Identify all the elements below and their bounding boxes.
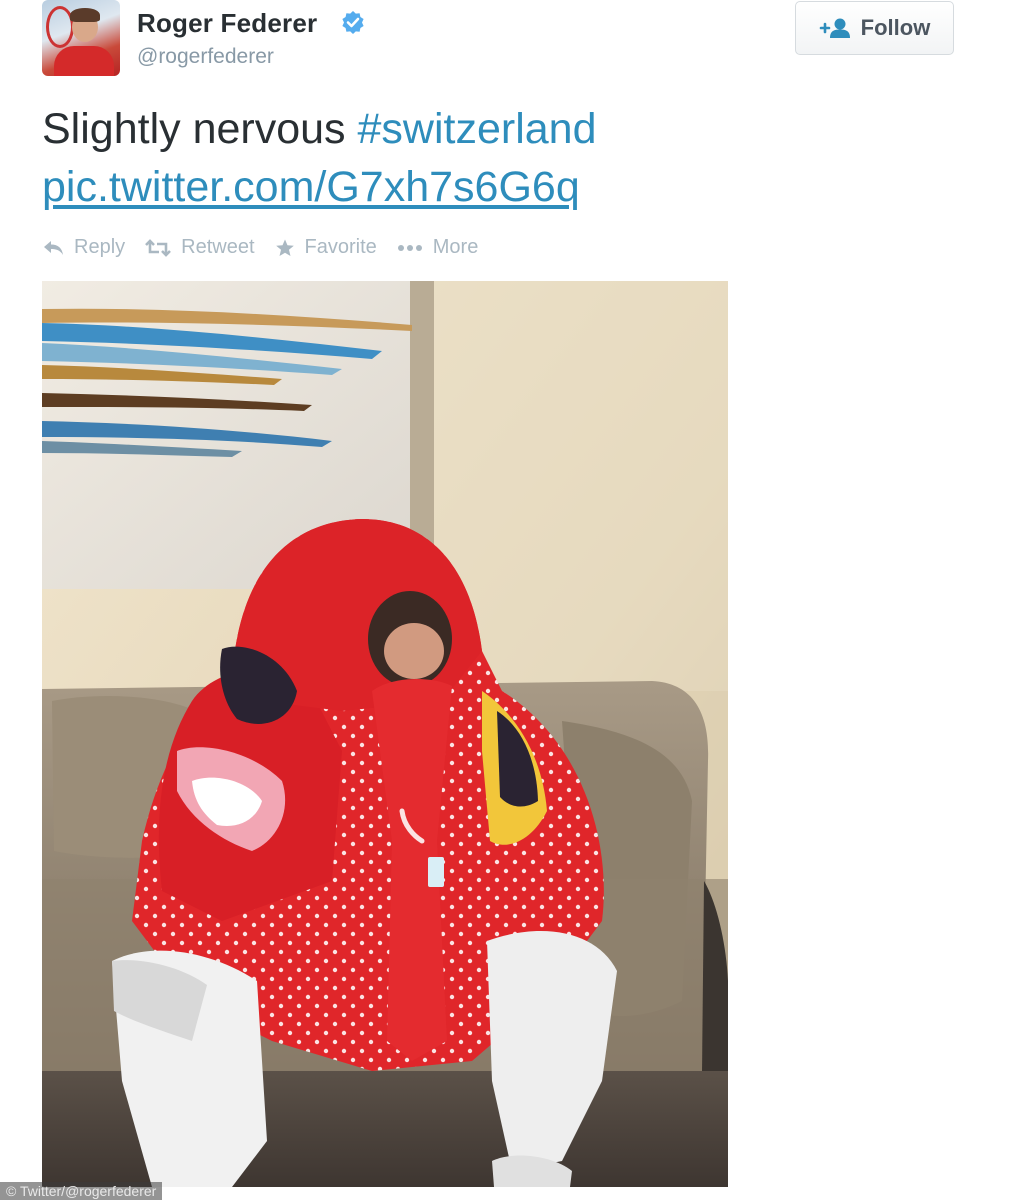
reply-icon	[44, 240, 63, 255]
add-user-icon	[819, 18, 850, 38]
star-icon	[275, 238, 294, 256]
photo-scene	[42, 281, 728, 1187]
retweet-button[interactable]: Retweet	[145, 236, 255, 259]
retweet-icon	[145, 238, 172, 257]
follow-label: Follow	[860, 15, 931, 40]
verified-badge-icon	[342, 11, 364, 34]
favorite-button[interactable]: Favorite	[275, 236, 377, 259]
retweet-label: Retweet	[181, 236, 255, 258]
follow-button[interactable]: Follow	[795, 1, 954, 55]
pic-link[interactable]: pic.twitter.com/G7xh7s6G6q	[42, 163, 580, 211]
photo-credit: © Twitter/@rogerfederer	[0, 1182, 163, 1200]
avatar[interactable]	[42, 0, 120, 76]
avatar-shirt	[54, 46, 114, 76]
tweet-text: Slightly nervous #switzerland pic.twitte…	[42, 100, 742, 216]
avatar-hair	[70, 8, 100, 22]
hashtag-link[interactable]: #switzerland	[358, 105, 597, 153]
more-dots-icon	[397, 244, 422, 251]
favorite-label: Favorite	[304, 236, 377, 258]
author-name[interactable]: Roger Federer	[137, 8, 317, 39]
tweet-text-plain: Slightly nervous	[42, 105, 358, 153]
tweet-photo[interactable]	[42, 281, 728, 1187]
more-label: More	[432, 236, 479, 258]
tweet-actions: Reply Retweet Favorite More	[42, 236, 478, 259]
more-button[interactable]: More	[397, 236, 479, 259]
author-handle[interactable]: @rogerfederer	[137, 45, 274, 69]
reply-label: Reply	[74, 236, 126, 258]
reply-button[interactable]: Reply	[42, 236, 125, 259]
